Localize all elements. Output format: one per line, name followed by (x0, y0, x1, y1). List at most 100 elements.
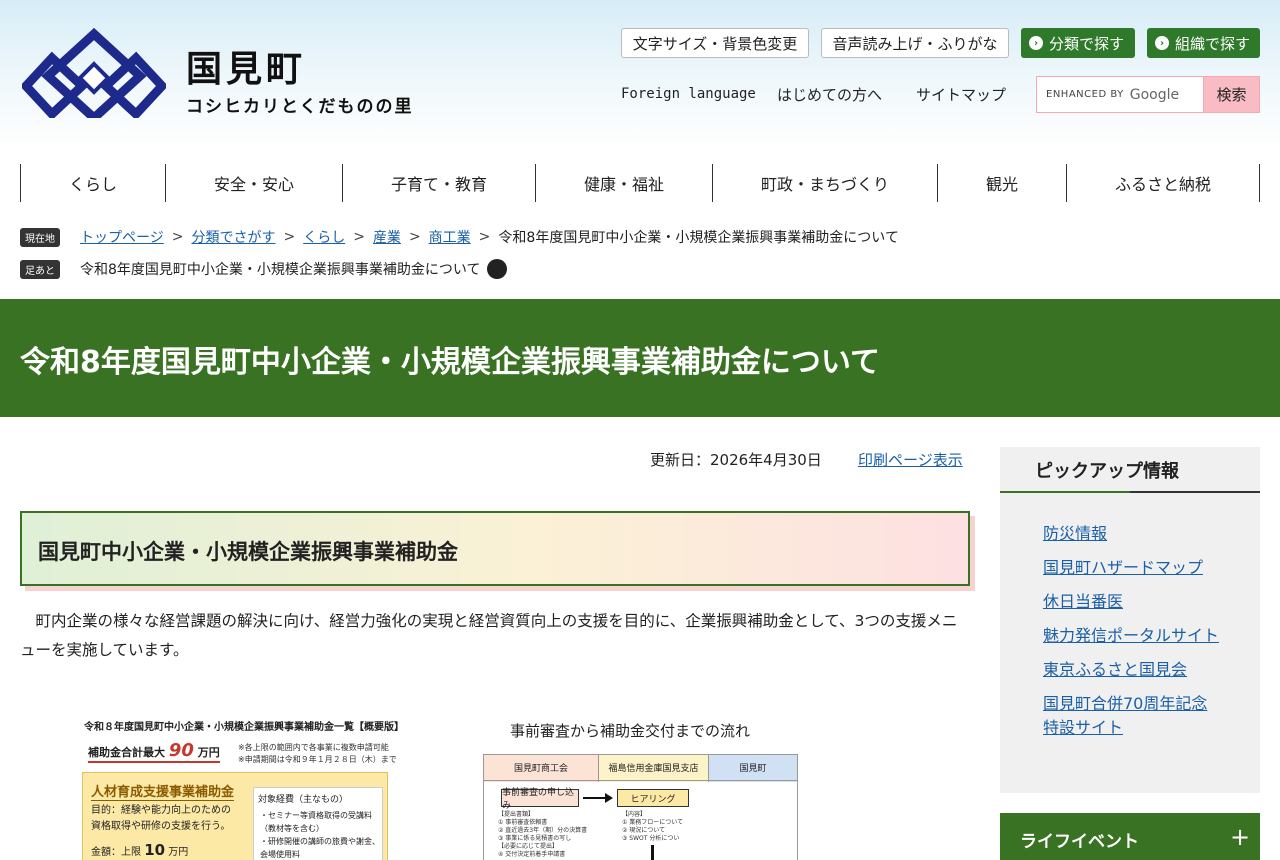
life-event-label: ライフイベント (1020, 832, 1139, 852)
overview-notes: ※各上限の範囲内で各事業に複数申請可能 ※申請期間は令和９年１月２８日（木）まで (238, 742, 397, 766)
flow-column-header: 国見町 (709, 755, 797, 781)
max-unit: 万円 (197, 746, 220, 759)
eligible-expenses-box: 対象経費（主なもの） ・セミナー等資格取得の受講料 （教材等を含む） ・研修開催… (253, 787, 383, 860)
nav-item-furusato-tax[interactable]: ふるさと納税 (1066, 164, 1260, 202)
nav-item-living[interactable]: くらし (20, 164, 165, 202)
current-location-tag: 現在地 (20, 227, 60, 247)
subsidy-overview-image[interactable]: 令和８年度国見町中小企業・小規模企業振興事業補助金一覧【概要版】 補助金合計最大… (80, 718, 410, 860)
hr-subsidy-purpose: 目的：経験や能力向上のための 資格取得や研修の支援を行う。 (91, 803, 231, 835)
overview-note-2: ※申請期間は令和９年１月２８日（木）まで (238, 755, 397, 764)
expense-line: （教材等を含む） (260, 824, 324, 833)
flow-note-line: ④ 交付決定前着手申請書 (498, 851, 566, 858)
pickup-link-portal-site[interactable]: 魅力発信ポータルサイト (1043, 626, 1219, 645)
print-page-link[interactable]: 印刷ページ表示 (858, 449, 963, 470)
text-size-color-button[interactable]: 文字サイズ・背景色変更 (621, 28, 809, 58)
expense-line: ・セミナー等資格取得の受講料 (260, 811, 372, 820)
flow-note-line: 【必要に応じて提出】 (498, 843, 559, 850)
breadcrumb-link-commerce[interactable]: 商工業 (429, 227, 471, 247)
sitemap-link[interactable]: サイトマップ (916, 84, 1006, 105)
breadcrumb: 現在地 トップページ > 分類でさがす > くらし > 産業 > 商工業 > 令… (20, 227, 899, 247)
breadcrumb-current: 令和8年度国見町中小企業・小規模企業振興事業補助金について (498, 230, 899, 246)
global-nav: くらし 安全・安心 子育て・教育 健康・福祉 町政・まちづくり 観光 ふるさと納… (20, 164, 1260, 202)
max-value: 90 (168, 740, 194, 761)
pickup-link-disaster-info[interactable]: 防災情報 (1043, 524, 1107, 543)
flow-title: 事前審査から補助金交付までの流れ (510, 722, 751, 740)
flow-step-hearing: ヒアリング (617, 789, 689, 807)
breadcrumb-separator: > (408, 229, 421, 245)
plus-icon: + (1230, 823, 1251, 851)
flow-notes-documents: 【提出書類】 ① 事前審査依頼書 ② 直近過去3年（期）分の決算書 ③ 事業に係… (498, 811, 587, 859)
pickup-link-70th-anniversary[interactable]: 国見町合併70周年記念特設サイト (1043, 694, 1207, 737)
search-by-category-label: 分類で探す (1049, 34, 1125, 53)
hr-subsidy-box: 人材育成支援事業補助金 目的：経験や能力向上のための 資格取得や研修の支援を行う… (82, 772, 388, 860)
nav-item-health-welfare[interactable]: 健康・福祉 (535, 164, 712, 202)
section-heading-text: 国見町中小企業・小規模企業振興事業補助金 (38, 540, 458, 564)
flow-note-line: ③ 事業に係る見積書の写し (498, 835, 572, 842)
section-heading: 国見町中小企業・小規模企業振興事業補助金 (20, 511, 970, 586)
flow-note-line: ① 事前審査依頼書 (498, 819, 548, 826)
page-title-band: 令和8年度国見町中小企業・小規模企業振興事業補助金について (0, 299, 1280, 417)
flow-column-header: 国見町商工会 (484, 755, 598, 781)
first-visit-link[interactable]: はじめての方へ (777, 84, 882, 105)
breadcrumb-link-industry[interactable]: 産業 (373, 227, 401, 247)
site-header: 国見町 コシヒカリとくだものの里 文字サイズ・背景色変更 音声読み上げ・ふりがな… (0, 0, 1280, 150)
speech-furigana-button[interactable]: 音声読み上げ・ふりがな (821, 28, 1009, 58)
google-logo: Google (1129, 86, 1180, 103)
overview-max-amount: 補助金合計最大 90 万円 (88, 740, 220, 763)
flow-step-apply: 事前審査の申し込み (501, 788, 579, 811)
nav-item-tourism[interactable]: 観光 (937, 164, 1066, 202)
site-name[interactable]: 国見町 (186, 40, 306, 92)
eligible-expenses-list: ・セミナー等資格取得の受講料 （教材等を含む） ・研修開催の講師の旅費や謝金、 … (260, 809, 382, 860)
search-button[interactable]: 検索 (1203, 76, 1260, 113)
eligible-expenses-heading: 対象経費（主なもの） (258, 795, 349, 805)
breadcrumb-link-category[interactable]: 分類でさがす (191, 227, 275, 247)
search-by-organization-button[interactable]: › 組織で探す (1147, 28, 1260, 58)
flow-note-line: 【提出書類】 (498, 811, 535, 818)
pickup-link-hazard-map[interactable]: 国見町ハザードマップ (1043, 558, 1203, 577)
chevron-right-icon: › (1029, 36, 1043, 50)
page-title: 令和8年度国見町中小企業・小規模企業振興事業補助金について (20, 345, 880, 380)
amount-label: 金額：上限 (91, 847, 141, 858)
pickup-item: 防災情報 (1043, 522, 1223, 546)
foreign-language-link[interactable]: Foreign language (621, 86, 756, 102)
footprint-tag: 足あと (20, 259, 60, 279)
footprint-trail: 足あと 令和8年度国見町中小企業・小規模企業振興事業補助金について (20, 259, 507, 279)
subsidy-flow-image[interactable]: 事前審査から補助金交付までの流れ 国見町商工会 福島信用金庫国見支店 国見町 事… (482, 718, 800, 860)
expense-line: ・研修開催の講師の旅費や謝金、 (260, 837, 380, 846)
pickup-list: 防災情報 国見町ハザードマップ 休日当番医 魅力発信ポータルサイト 東京ふるさと… (1043, 522, 1223, 750)
flow-note-line: ① 業務フローについて (622, 819, 684, 826)
pickup-item: 国見町ハザードマップ (1043, 556, 1223, 580)
breadcrumb-link-top[interactable]: トップページ (80, 227, 164, 247)
pickup-item: 東京ふるさと国見会 (1043, 658, 1223, 682)
flow-table: 国見町商工会 福島信用金庫国見支店 国見町 事前審査の申し込み ヒアリング 【提… (483, 754, 798, 860)
site-tagline: コシヒカリとくだものの里 (186, 97, 414, 117)
nav-item-childcare-education[interactable]: 子育て・教育 (342, 164, 535, 202)
pickup-link-tokyo-kunimi[interactable]: 東京ふるさと国見会 (1043, 660, 1187, 679)
flow-notes-hearing: 【内容】 ① 業務フローについて ② 現況について ③ SWOT 分析につい (622, 811, 683, 843)
pickup-heading: ピックアップ情報 (1000, 447, 1260, 493)
purpose-line-2: 資格取得や研修の支援を行う。 (91, 821, 231, 832)
footprint-remove-icon[interactable] (486, 259, 507, 279)
pickup-link-holiday-doctor[interactable]: 休日当番医 (1043, 592, 1123, 611)
breadcrumb-separator: > (478, 229, 491, 245)
overview-note-1: ※各上限の範囲内で各事業に複数申請可能 (238, 743, 389, 752)
hr-subsidy-heading: 人材育成支援事業補助金 (91, 781, 235, 801)
amount-value: 10 (144, 841, 166, 859)
town-emblem-icon[interactable] (22, 28, 166, 118)
arrow-down-icon (651, 845, 654, 860)
pickup-item: 魅力発信ポータルサイト (1043, 624, 1223, 648)
life-event-toggle[interactable]: ライフイベント + (1000, 813, 1260, 860)
breadcrumb-separator: > (283, 229, 296, 245)
pickup-item: 休日当番医 (1043, 590, 1223, 614)
breadcrumb-link-living[interactable]: くらし (303, 227, 345, 247)
nav-item-town-planning[interactable]: 町政・まちづくり (712, 164, 937, 202)
purpose-line-1: 目的：経験や能力向上のための (91, 805, 231, 816)
search-by-category-button[interactable]: › 分類で探す (1021, 28, 1135, 58)
pickup-title: ピックアップ情報 (1035, 461, 1179, 482)
updated-date: 更新日：2026年4月30日 (650, 451, 822, 469)
nav-item-safety[interactable]: 安全・安心 (165, 164, 342, 202)
footprint-item[interactable]: 令和8年度国見町中小企業・小規模企業振興事業補助金について (80, 259, 481, 279)
search-by-organization-label: 組織で探す (1175, 34, 1251, 53)
search-input[interactable]: ENHANCED BY Google (1036, 76, 1204, 113)
breadcrumb-separator: > (171, 229, 184, 245)
